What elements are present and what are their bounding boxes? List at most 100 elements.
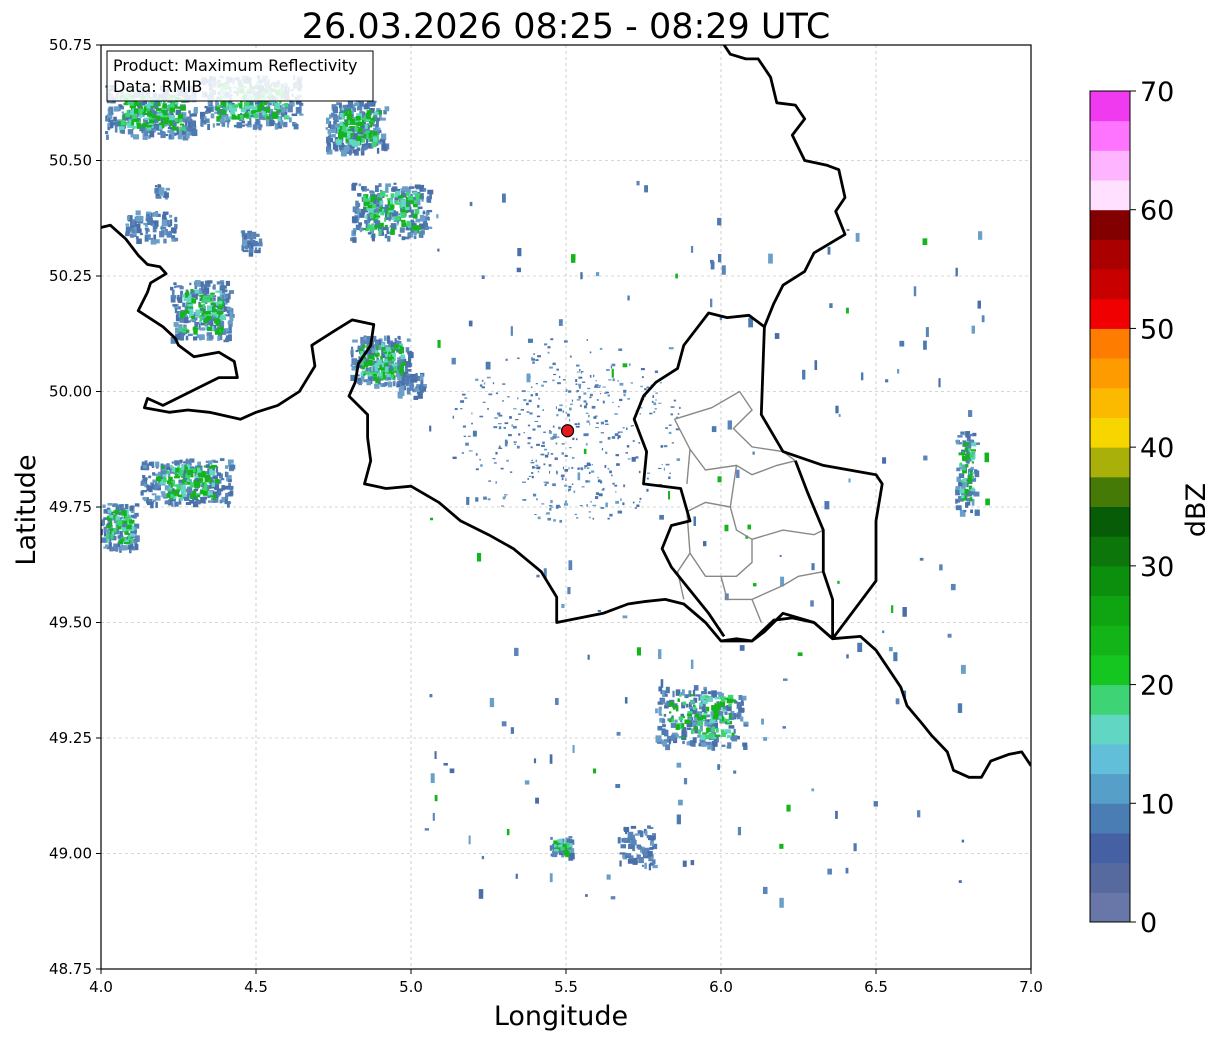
echo-pixel [690, 245, 694, 253]
echo-pixel [182, 294, 186, 298]
echo-pixel [567, 586, 571, 595]
echo-pixel [227, 321, 233, 325]
echo-pixel [682, 740, 685, 745]
echo-pixel [488, 393, 493, 396]
echo-pixel [356, 136, 362, 142]
echo-pixel [264, 100, 268, 106]
echo-pixel [166, 231, 172, 238]
echo-pixel [591, 463, 594, 466]
echo-pixel [154, 484, 158, 491]
echo-pixel [371, 233, 376, 237]
echo-pixel [407, 196, 414, 201]
echo-pixel [390, 228, 395, 235]
echo-pixel [399, 227, 405, 233]
radar-site-marker [560, 424, 575, 438]
echo-pixel [225, 335, 232, 340]
echo-pixel [296, 107, 301, 112]
echo-pixel [493, 462, 497, 464]
colorbar-segment [1090, 298, 1130, 329]
echo-pixel [580, 272, 583, 280]
echo-pixel [506, 459, 509, 462]
echo-pixel [731, 732, 735, 736]
echo-pixel [123, 545, 128, 551]
echo-pixel [824, 501, 830, 510]
y-tick-label: 49.00 [49, 845, 92, 863]
echo-pixel [585, 443, 588, 446]
echo-pixel [382, 382, 387, 387]
echo-pixel [619, 860, 622, 867]
echo-pixel [541, 444, 545, 447]
echo-pixel [184, 482, 188, 486]
echo-pixel [325, 117, 330, 124]
echo-pixel [563, 340, 568, 343]
echo-pixel [535, 392, 538, 396]
echo-pixel [226, 297, 230, 303]
echo-pixel [550, 453, 554, 455]
echo-pixel [562, 410, 565, 413]
echo-pixel [690, 860, 695, 866]
echo-pixel [133, 113, 137, 119]
echo-pixel [579, 369, 581, 372]
echo-pixel [170, 295, 177, 299]
echo-pixel [291, 113, 298, 117]
echo-pixel [354, 102, 360, 106]
echo-pixel [209, 495, 216, 498]
echo-pixel [360, 148, 363, 153]
echo-pixel [114, 121, 120, 127]
echo-pixel [693, 516, 697, 526]
echo-pixel [646, 386, 650, 389]
echo-pixel [144, 234, 151, 238]
echo-pixel [131, 119, 134, 125]
echo-pixel [469, 201, 473, 207]
echo-pixel [374, 341, 379, 347]
echo-pixel [379, 200, 384, 205]
echo-pixel [194, 289, 199, 294]
echo-pixel [571, 399, 574, 402]
echo-pixel [615, 454, 619, 457]
echo-pixel [531, 459, 534, 462]
echo-pixel [106, 134, 109, 140]
echo-pixel [183, 298, 187, 302]
echo-pixel [511, 424, 514, 427]
echo-pixel [686, 703, 689, 708]
echo-pixel [131, 219, 135, 226]
echo-pixel [381, 347, 386, 351]
echo-pixel [637, 830, 642, 834]
echo-pixel [556, 414, 559, 417]
echo-pixel [902, 607, 907, 617]
echo-pixel [810, 600, 814, 607]
echo-pixel [547, 452, 550, 455]
echo-pixel [381, 362, 384, 368]
echo-pixel [710, 298, 713, 308]
echo-pixel [625, 452, 629, 454]
echo-pixel [406, 220, 411, 227]
colorbar-segment [1090, 209, 1130, 240]
echo-pixel [352, 182, 358, 186]
echo-pixel [207, 280, 213, 284]
echo-pixel [548, 464, 552, 467]
echo-pixel [779, 554, 782, 558]
x-tick-label: 6.0 [709, 978, 733, 996]
echo-pixel [102, 504, 106, 509]
echo-pixel [606, 874, 611, 880]
echo-pixel [919, 557, 924, 561]
echo-pixel [608, 379, 612, 381]
echo-pixel [888, 647, 893, 652]
echo-pixel [362, 119, 365, 123]
echo-pixel [601, 448, 604, 451]
x-axis-label: Longitude [494, 1001, 628, 1032]
echo-pixel [339, 112, 344, 118]
echo-pixel [113, 106, 120, 112]
echo-pixel [395, 186, 398, 191]
echo-pixel [665, 686, 670, 694]
echo-pixel [418, 232, 423, 237]
echo-pixel [334, 124, 340, 128]
echo-pixel [569, 488, 572, 491]
x-tick-label: 5.5 [554, 978, 578, 996]
echo-pixel [293, 123, 299, 130]
echo-pixel [193, 108, 197, 114]
echo-pixel [671, 734, 676, 741]
echo-pixel [163, 110, 168, 116]
echo-pixel [361, 186, 364, 190]
echo-pixel [162, 103, 167, 109]
